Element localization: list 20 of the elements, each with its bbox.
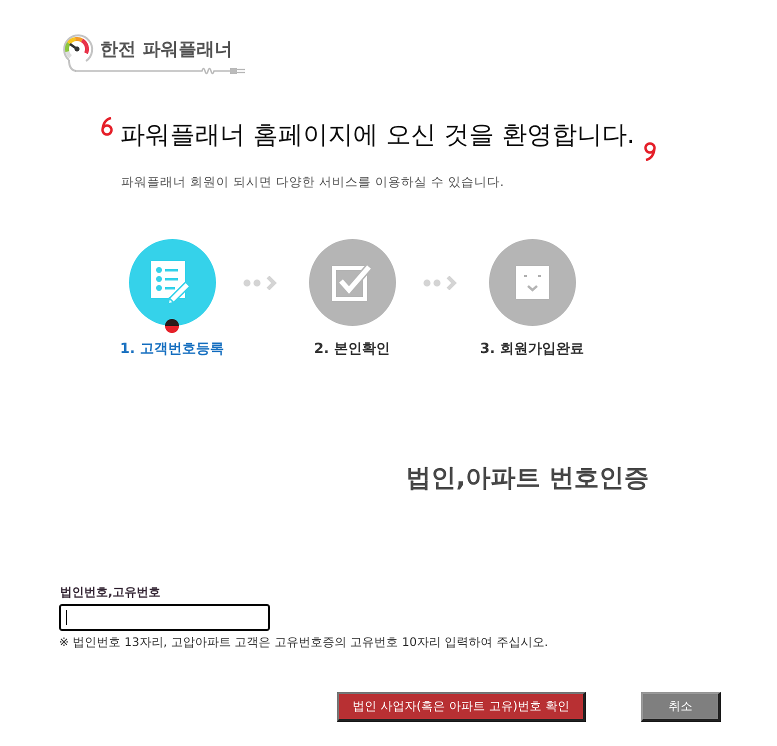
opening-quote-icon — [100, 117, 114, 137]
step-label: 1. 고객번호등록 — [120, 340, 224, 358]
logo-text: 한전 파워플래너 — [100, 38, 234, 62]
power-cord-icon — [75, 66, 245, 76]
welcome-title: 파워플래너 홈페이지에 오신 것을 환영합니다. — [120, 119, 635, 151]
closing-quote-icon — [642, 141, 657, 161]
step-label: 3. 회원가입완료 — [480, 340, 584, 358]
welcome-subtitle: 파워플래너 회원이 되시면 다양한 서비스를 이용하실 수 있습니다. — [121, 173, 505, 191]
section-title: 법인,아파트 번호인증 — [406, 462, 650, 494]
step-label: 2. 본인확인 — [314, 340, 390, 358]
text-cursor-icon — [66, 610, 67, 625]
cancel-button[interactable]: 취소 — [641, 692, 721, 722]
gauge-logo-icon — [60, 33, 94, 73]
confirm-button[interactable]: 법인 사업자(혹은 아파트 고유)번호 확인 — [337, 692, 586, 722]
input-note: ※ 법인번호 13자리, 고압아파트 고객은 고유번호증의 고유번호 10자리 입력하여 주십시오. — [59, 634, 550, 650]
current-step-marker-icon — [164, 319, 178, 333]
checkbox-icon — [332, 264, 372, 302]
smiley-icon — [516, 266, 548, 299]
field-label: 법인번호,고유번호 — [60, 584, 162, 600]
number-input-field[interactable] — [59, 604, 270, 631]
